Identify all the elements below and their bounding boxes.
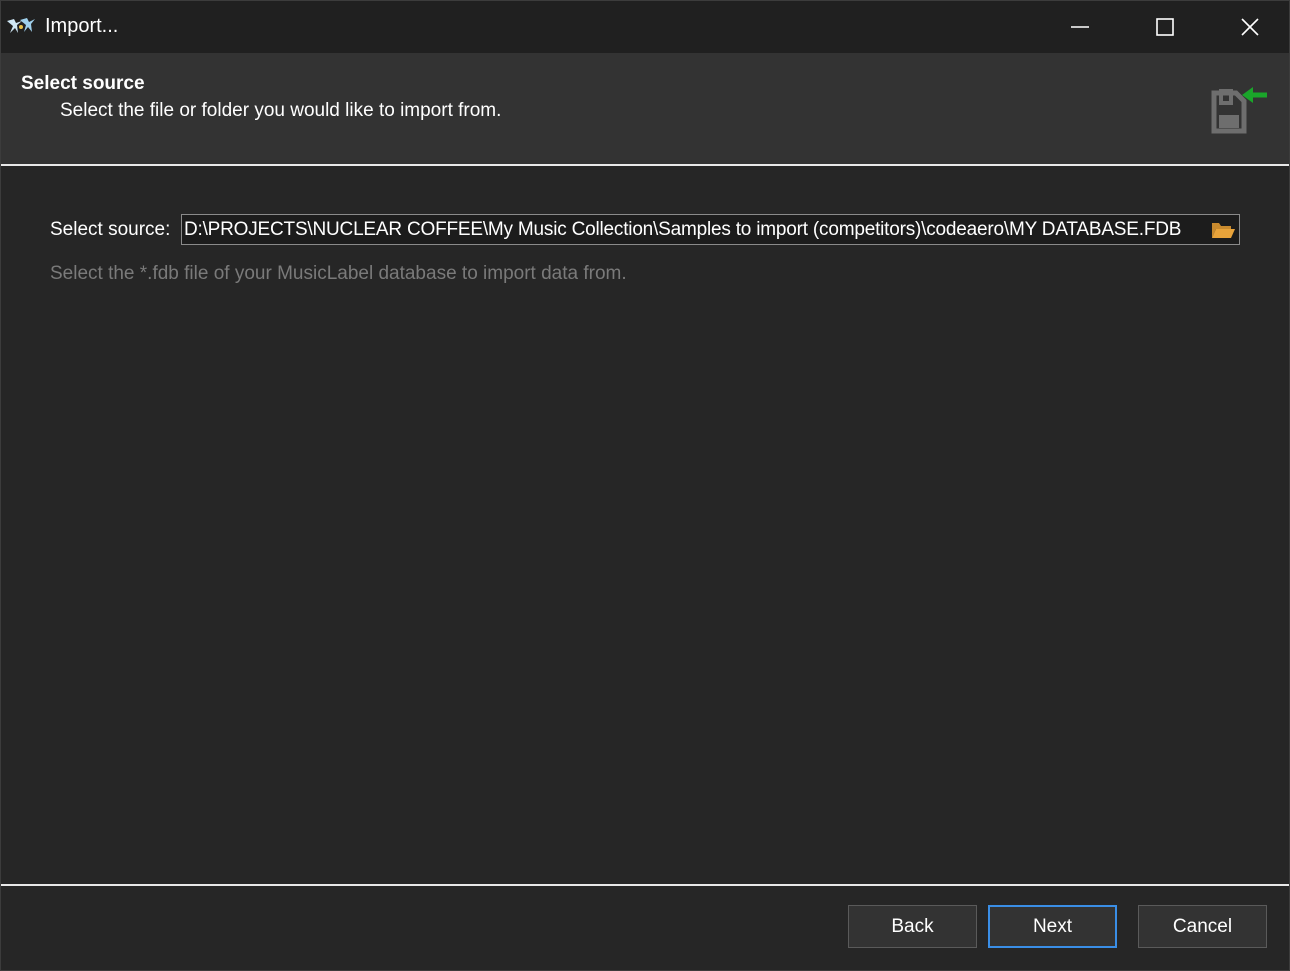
source-path-value[interactable]: D:\PROJECTS\NUCLEAR COFFEE\My Music Coll… bbox=[184, 219, 1181, 241]
title-bar[interactable]: Import... bbox=[1, 1, 1289, 53]
floppy-import-icon bbox=[1209, 85, 1273, 135]
wizard-footer: Back Next Cancel bbox=[1, 886, 1289, 970]
cancel-button[interactable]: Cancel bbox=[1138, 905, 1267, 948]
close-icon bbox=[1241, 18, 1259, 36]
import-dialog: Import... Select source Select the file … bbox=[0, 0, 1290, 971]
page-title: Select source bbox=[21, 73, 145, 94]
maximize-button[interactable] bbox=[1122, 1, 1208, 53]
content-area: Select source: D:\PROJECTS\NUCLEAR COFFE… bbox=[1, 166, 1289, 884]
next-button[interactable]: Next bbox=[988, 905, 1117, 948]
source-label: Select source: bbox=[50, 219, 171, 240]
back-button[interactable]: Back bbox=[848, 905, 977, 948]
minimize-button[interactable] bbox=[1037, 1, 1123, 53]
window-title: Import... bbox=[45, 15, 119, 37]
maximize-icon bbox=[1156, 18, 1174, 36]
wizard-header: Select source Select the file or folder … bbox=[1, 53, 1289, 164]
folder-open-icon bbox=[1212, 223, 1235, 238]
browse-button[interactable] bbox=[1209, 218, 1237, 242]
source-path-input[interactable]: D:\PROJECTS\NUCLEAR COFFEE\My Music Coll… bbox=[181, 214, 1240, 245]
minimize-icon bbox=[1071, 26, 1089, 28]
page-subtitle: Select the file or folder you would like… bbox=[60, 100, 502, 121]
source-hint: Select the *.fdb file of your MusicLabel… bbox=[50, 263, 627, 284]
app-logo-icon bbox=[6, 16, 36, 36]
close-button[interactable] bbox=[1207, 1, 1289, 53]
